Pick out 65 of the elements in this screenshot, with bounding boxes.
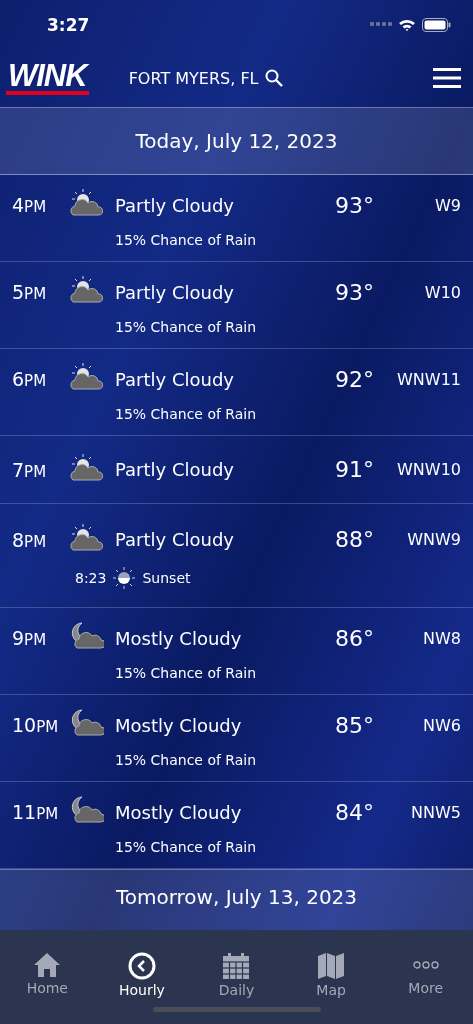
wind-label: WNW10 [396, 460, 461, 479]
hour-label: 10PM [12, 714, 60, 736]
wind-label: NNW5 [410, 802, 461, 822]
rain-chance: 15% Chance of Rain [115, 232, 258, 248]
hour-label: 8PM [12, 528, 48, 551]
menu-icon[interactable] [433, 68, 461, 89]
wind-label: WNW9 [406, 530, 461, 549]
hour-label: 4PM [12, 194, 48, 216]
event-time: 8:23 [75, 569, 107, 586]
sunset-icon [113, 566, 136, 589]
tab[interactable]: Map [283, 952, 379, 998]
wind-label: NW8 [422, 628, 461, 648]
tab[interactable]: More [378, 952, 473, 998]
rain-chance: 15% Chance of Rain [115, 839, 258, 855]
wind-label: NW6 [422, 715, 461, 735]
location-label[interactable]: FORT MYERS, FL [128, 68, 259, 88]
rain-chance: 15% Chance of Rain [115, 319, 258, 335]
condition-label: Partly Cloudy [115, 529, 235, 550]
clock-icon [127, 952, 156, 980]
map-icon [317, 952, 346, 980]
tab[interactable]: Hourly [94, 952, 190, 998]
tab[interactable]: Daily [189, 952, 284, 998]
condition-label: Mostly Cloudy [115, 627, 243, 649]
condition-label: Partly Cloudy [115, 194, 235, 216]
condition-label: Partly Cloudy [115, 459, 235, 480]
search-icon[interactable] [264, 69, 283, 88]
sun-cloud-icon [68, 522, 104, 553]
condition-label: Mostly Cloudy [115, 801, 243, 823]
condition-label: Partly Cloudy [115, 281, 235, 303]
status-time: 3:27 [47, 14, 90, 35]
hour-label: 9PM [12, 627, 48, 649]
temperature: 93° [335, 279, 375, 305]
sun-cloud-icon [68, 275, 104, 305]
temperature: 85° [335, 712, 375, 738]
hour-label: 5PM [12, 281, 48, 303]
day-header: Today, July 12, 2023 [0, 107, 473, 175]
tab[interactable]: Home [0, 952, 95, 998]
battery-icon [422, 17, 451, 32]
condition-label: Mostly Cloudy [115, 714, 243, 736]
rain-chance: 15% Chance of Rain [115, 406, 258, 422]
condition-label: Partly Cloudy [115, 368, 235, 390]
day-header: Tomorrow, July 13, 2023 [0, 869, 473, 930]
event-label: Sunset [142, 569, 191, 586]
sun-cloud-icon [68, 362, 104, 392]
sun-cloud-icon [68, 188, 104, 218]
wind-label: W9 [434, 195, 461, 215]
calendar-icon [222, 952, 251, 980]
rain-chance: 15% Chance of Rain [115, 665, 258, 681]
hour-label: 6PM [12, 368, 48, 390]
rain-chance: 15% Chance of Rain [115, 752, 258, 768]
wind-label: W10 [423, 282, 461, 302]
temperature: 91° [335, 457, 375, 482]
temperature: 84° [335, 799, 375, 825]
home-icon [33, 952, 62, 978]
temperature: 86° [335, 625, 375, 651]
hour-label: 11PM [12, 801, 60, 823]
hour-label: 7PM [12, 458, 48, 481]
temperature: 92° [335, 366, 375, 392]
logo[interactable]: WINK [6, 61, 89, 95]
temperature: 88° [335, 527, 375, 552]
wifi-icon [398, 17, 416, 32]
temperature: 93° [335, 192, 375, 218]
sun-cloud-icon [68, 452, 104, 483]
wind-label: WNW11 [396, 369, 461, 389]
signal-icon [370, 22, 392, 28]
